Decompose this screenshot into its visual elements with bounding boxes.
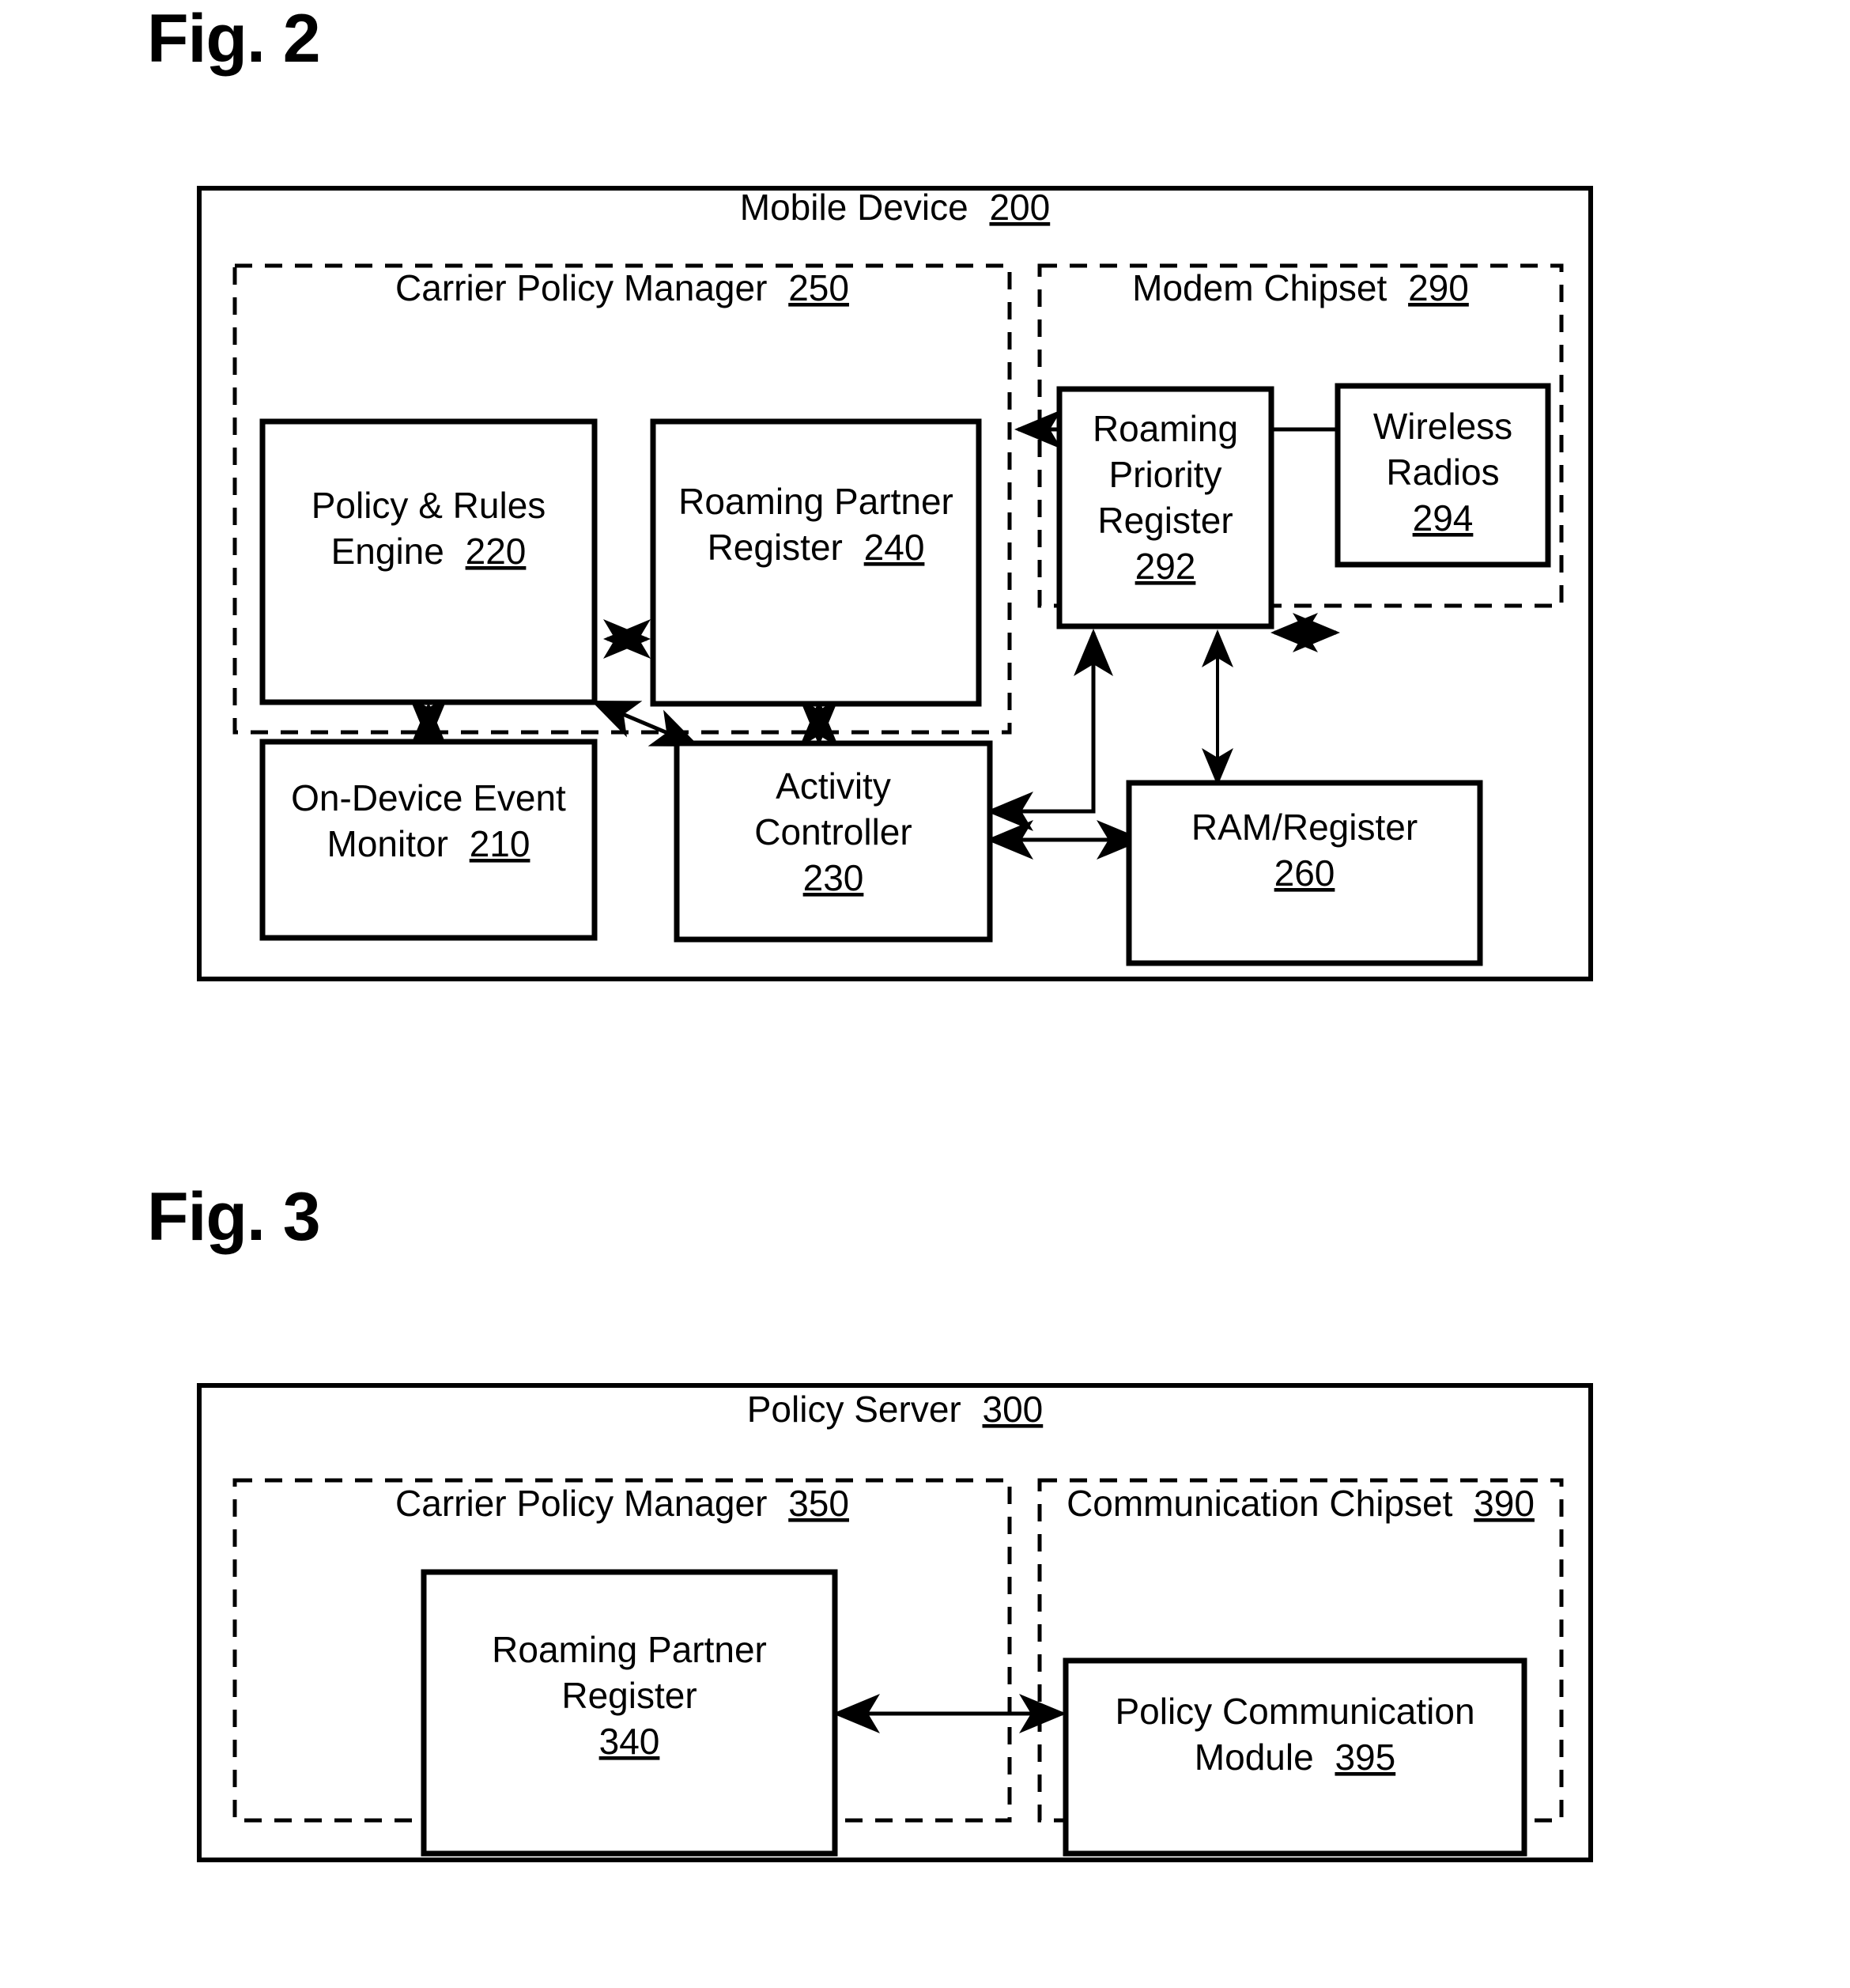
figure-3-diagram: Policy Server 300 Carrier Policy Manager…	[197, 1383, 1593, 1862]
roaming-partner-register-line2: Register 240	[708, 527, 925, 568]
figure-2-label: Fig. 2	[147, 1, 321, 77]
ram-register-block[interactable]: RAM/Register 260	[1126, 780, 1483, 966]
roaming-priority-register-line2: Priority	[1108, 454, 1221, 495]
roaming-priority-register-block[interactable]: Roaming Priority Register 292	[1056, 386, 1274, 629]
ram-register-line1: RAM/Register	[1191, 807, 1418, 848]
policy-rules-engine-line1: Policy & Rules	[311, 485, 546, 526]
activity-controller-block[interactable]: Activity Controller 230	[674, 740, 993, 943]
activity-controller-line1: Activity	[776, 765, 891, 807]
on-device-event-monitor-line2: Monitor 210	[327, 823, 530, 864]
roaming-priority-register-line1: Roaming	[1093, 408, 1238, 449]
figure-2-diagram: Mobile Device 200 Carrier Policy Manager…	[197, 186, 1593, 981]
wireless-radios-line1: Wireless	[1373, 406, 1512, 447]
policy-server-title-text: Policy Server 300	[747, 1389, 1044, 1430]
roaming-priority-register-ref: 292	[1135, 546, 1196, 587]
mobile-device-title-text: Mobile Device 200	[740, 187, 1050, 228]
roaming-priority-register-line3: Register	[1097, 500, 1233, 541]
wireless-radios-line2: Radios	[1386, 452, 1499, 493]
policy-rules-engine-block[interactable]: Policy & Rules Engine 220	[259, 418, 598, 705]
on-device-event-monitor-line1: On-Device Event	[291, 777, 566, 818]
roaming-partner-register-block-fig3[interactable]: Roaming Partner Register 340	[421, 1569, 838, 1857]
roaming-partner-register-fig3-ref: 340	[599, 1721, 660, 1762]
figure-3-label: Fig. 3	[147, 1179, 321, 1255]
roaming-partner-register-fig3-line2: Register	[561, 1675, 697, 1716]
activity-controller-line2: Controller	[754, 811, 912, 852]
roaming-partner-register-fig3-line1: Roaming Partner	[492, 1629, 767, 1670]
ram-register-ref: 260	[1274, 852, 1335, 894]
roaming-partner-register-line1: Roaming Partner	[678, 481, 953, 522]
on-device-event-monitor-block[interactable]: On-Device Event Monitor 210	[259, 739, 598, 941]
wireless-radios-ref: 294	[1413, 497, 1474, 539]
policy-communication-module-block[interactable]: Policy Communication Module 395	[1063, 1657, 1527, 1857]
policy-communication-module-line1: Policy Communication	[1115, 1691, 1474, 1732]
policy-communication-module-line2: Module 395	[1195, 1737, 1395, 1778]
policy-rules-engine-line2: Engine 220	[331, 531, 527, 572]
modem-chipset-title: Modem Chipset 290	[1132, 267, 1469, 308]
wireless-radios-block[interactable]: Wireless Radios 294	[1335, 383, 1551, 568]
activity-controller-ref: 230	[803, 857, 864, 898]
roaming-partner-register-block[interactable]: Roaming Partner Register 240	[650, 418, 982, 707]
